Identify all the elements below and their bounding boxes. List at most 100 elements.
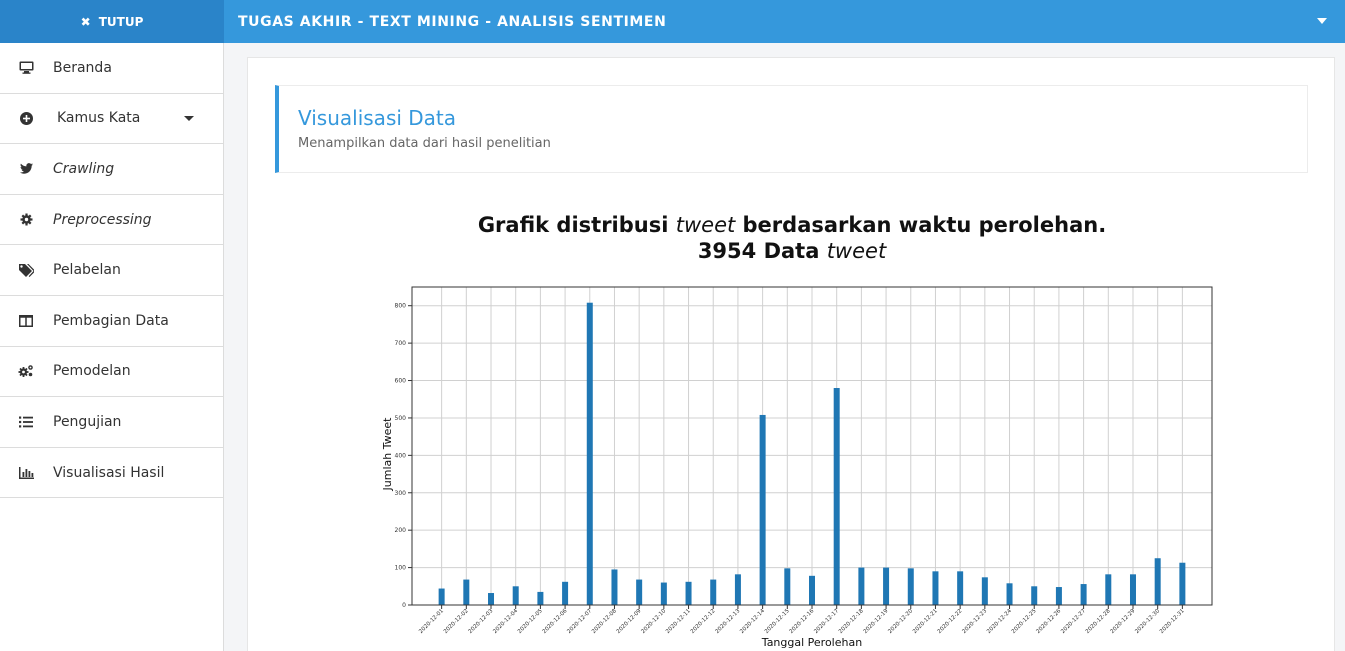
x-tick-label: 2020-12-12	[690, 608, 717, 635]
chart-bar	[1055, 587, 1062, 605]
twitter-icon	[18, 161, 34, 177]
x-tick-label: 2020-12-15	[764, 608, 791, 635]
close-sidebar-button[interactable]: ✖ TUTUP	[0, 0, 224, 43]
chart-bar	[1179, 562, 1186, 605]
sidebar-item-label: Kamus Kata	[57, 110, 141, 127]
chart-bar	[734, 574, 741, 605]
sidebar-item-beranda[interactable]: Beranda	[0, 43, 223, 94]
sidebar-item-pembagian-data[interactable]: Pembagian Data	[0, 296, 223, 347]
x-tick-label: 2020-12-01	[418, 608, 445, 635]
chart-bar	[809, 575, 815, 605]
chart-bar	[1080, 584, 1087, 605]
chart-bar	[883, 567, 890, 605]
chart-bar	[685, 581, 692, 605]
chart-bar	[1006, 583, 1013, 605]
x-tick-label: 2020-12-22	[937, 608, 964, 635]
x-tick-label: 2020-12-02	[443, 608, 470, 635]
content-panel: Visualisasi Data Menampilkan data dari h…	[247, 57, 1335, 651]
x-tick-label: 2020-12-03	[468, 608, 495, 635]
y-tick-label: 400	[395, 452, 407, 459]
y-axis-label: Jumlah Tweet	[381, 417, 394, 492]
x-tick-label: 2020-12-17	[813, 608, 840, 635]
user-menu-dropdown[interactable]	[1317, 18, 1327, 24]
x-tick-label: 2020-12-20	[887, 608, 914, 635]
x-tick-label: 2020-12-10	[640, 608, 667, 635]
chart-bar	[981, 577, 988, 605]
sidebar-item-label: Pengujian	[53, 413, 122, 430]
y-tick-label: 100	[395, 565, 407, 572]
chart-bar	[438, 588, 445, 605]
columns-icon	[18, 313, 34, 329]
close-label: TUTUP	[98, 14, 144, 29]
chart-bar	[957, 571, 964, 605]
chart-bar	[586, 302, 593, 605]
chart-bar	[537, 591, 544, 605]
x-tick-label: 2020-12-29	[1110, 608, 1137, 635]
chart-bar	[611, 569, 618, 605]
chart-bar	[512, 586, 519, 605]
y-tick-label: 0	[402, 602, 406, 609]
y-tick-label: 600	[395, 378, 407, 385]
x-tick-label: 2020-12-26	[1035, 608, 1062, 635]
x-tick-label: 2020-12-09	[616, 608, 643, 635]
gear-icon	[18, 212, 34, 228]
close-icon: ✖	[80, 14, 91, 29]
x-tick-label: 2020-12-21	[912, 608, 939, 635]
sidebar-item-preprocessing[interactable]: Preprocessing	[0, 195, 223, 246]
sidebar-item-label: Pembagian Data	[53, 312, 169, 329]
list-icon	[18, 414, 34, 430]
x-tick-label: 2020-12-14	[739, 608, 766, 635]
monitor-icon	[18, 60, 34, 76]
x-tick-label: 2020-12-07	[566, 608, 593, 635]
chart-bar	[1129, 574, 1136, 605]
chart-bar	[710, 579, 717, 605]
chart-bar	[562, 581, 569, 605]
sidebar-item-label: Crawling	[53, 160, 115, 177]
plus-circle-icon	[18, 110, 34, 126]
x-tick-label: 2020-12-25	[1011, 608, 1038, 635]
x-tick-label: 2020-12-23	[961, 608, 988, 635]
sidebar-item-pelabelan[interactable]: Pelabelan	[0, 245, 223, 296]
sidebar: Beranda Kamus Kata Crawling Preprocessin…	[0, 43, 224, 651]
x-tick-label: 2020-12-27	[1060, 608, 1087, 635]
chevron-down-icon	[184, 115, 194, 121]
chart-bar	[858, 567, 865, 605]
sidebar-item-pengujian[interactable]: Pengujian	[0, 397, 223, 448]
sidebar-item-kamus-kata[interactable]: Kamus Kata	[0, 94, 223, 145]
tweet-distribution-chart: 01002003004005006007008002020-12-012020-…	[381, 286, 1213, 649]
chart-bar	[833, 388, 840, 605]
sidebar-item-visualisasi-hasil[interactable]: Visualisasi Hasil	[0, 448, 223, 499]
x-tick-label: 2020-12-30	[1134, 608, 1161, 635]
y-tick-label: 800	[395, 303, 407, 310]
chart-bar	[907, 568, 914, 605]
sidebar-item-label: Beranda	[53, 59, 112, 76]
y-tick-label: 700	[395, 340, 407, 347]
app-title: TUGAS AKHIR - TEXT MINING - ANALISIS SEN…	[238, 13, 667, 30]
x-tick-label: 2020-12-19	[863, 608, 890, 635]
sidebar-item-label: Pemodelan	[53, 363, 131, 380]
x-tick-label: 2020-12-05	[517, 608, 544, 635]
chart-bar	[488, 593, 495, 605]
y-tick-label: 300	[395, 490, 407, 497]
x-tick-label: 2020-12-24	[986, 608, 1013, 635]
x-tick-label: 2020-12-11	[665, 608, 692, 635]
gears-icon	[18, 363, 34, 379]
sidebar-item-pemodelan[interactable]: Pemodelan	[0, 347, 223, 398]
chart-bar	[636, 579, 643, 605]
x-tick-label: 2020-12-06	[542, 608, 569, 635]
x-tick-label: 2020-12-31	[1159, 608, 1186, 635]
chart-bar	[463, 579, 470, 605]
sidebar-item-label: Pelabelan	[53, 262, 121, 279]
x-tick-label: 2020-12-13	[714, 608, 741, 635]
chart-bar	[784, 568, 791, 605]
x-tick-label: 2020-12-08	[591, 608, 618, 635]
chart-bar	[932, 571, 939, 605]
chart-bar	[759, 414, 766, 605]
sidebar-item-crawling[interactable]: Crawling	[0, 144, 223, 195]
top-navbar: TUGAS AKHIR - TEXT MINING - ANALISIS SEN…	[224, 0, 1345, 43]
x-tick-label: 2020-12-28	[1085, 608, 1112, 635]
x-tick-label: 2020-12-16	[789, 608, 816, 635]
chart-bar	[1031, 586, 1038, 605]
sidebar-item-label: Visualisasi Hasil	[53, 464, 165, 481]
x-tick-label: 2020-12-04	[492, 608, 519, 635]
